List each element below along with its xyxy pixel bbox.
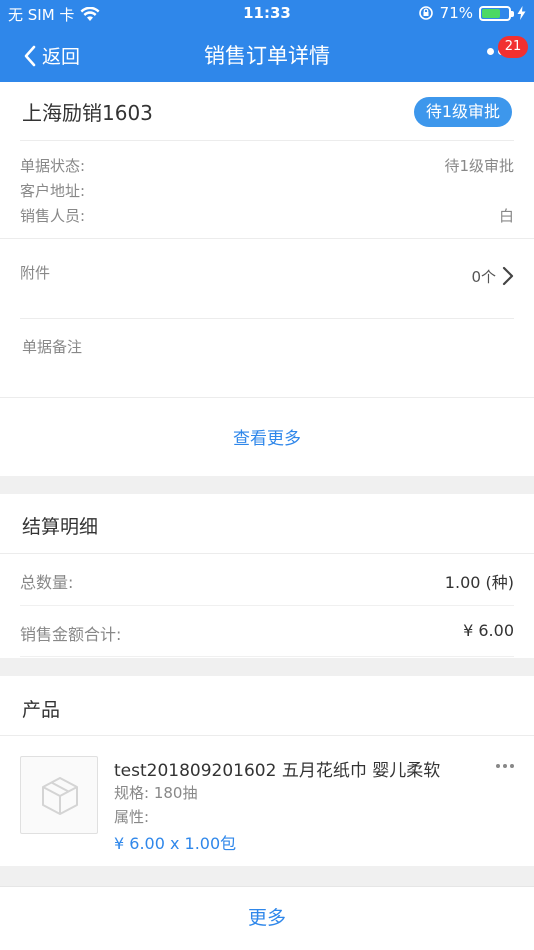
product-image-placeholder <box>20 756 98 834</box>
total-quantity-row: 总数量: 1.00 (种) <box>20 569 514 595</box>
summary-value: ¥ 6.00 <box>463 621 514 640</box>
dot-icon <box>487 48 494 55</box>
settlement-title: 结算明细 <box>22 516 99 538</box>
divider <box>0 553 534 554</box>
field-label: 单据状态: <box>20 157 86 175</box>
dot-icon <box>503 764 507 768</box>
summary-label: 总数量: <box>20 573 74 592</box>
section-gap <box>0 476 534 494</box>
field-label: 销售人员: <box>20 207 86 225</box>
chevron-right-icon <box>502 266 514 286</box>
attachments-row[interactable]: 附件 0个 <box>20 262 514 292</box>
info-row-salesperson: 销售人员: 白 <box>20 205 514 229</box>
field-value: 白 <box>498 207 514 225</box>
dot-icon <box>510 764 514 768</box>
attachments-count: 0个 <box>471 268 496 286</box>
notification-badge: 21 <box>498 36 528 58</box>
orientation-lock-icon <box>418 6 433 20</box>
divider <box>20 605 514 606</box>
battery-icon <box>479 5 514 21</box>
status-bar: 无 SIM 卡 11:33 71% <box>0 0 534 28</box>
nav-bar: 返回 销售订单详情 21 <box>0 28 534 82</box>
product-attributes: 属性: <box>114 808 150 826</box>
field-value: 待1级审批 <box>444 157 514 175</box>
order-name: 上海励销1603 <box>22 101 153 125</box>
product-spec: 规格: 180抽 <box>114 784 198 802</box>
product-item[interactable]: test201809201602 五月花纸巾 婴儿柔软 规格: 180抽 属性:… <box>0 736 534 866</box>
page-title: 销售订单详情 <box>204 44 330 68</box>
section-gap <box>0 658 534 676</box>
products-title: 产品 <box>22 699 61 721</box>
divider <box>20 318 514 319</box>
remark-label: 单据备注 <box>22 338 83 356</box>
summary-label: 销售金额合计: <box>20 625 122 644</box>
summary-value: 1.00 (种) <box>444 573 514 592</box>
product-name: test201809201602 五月花纸巾 婴儿柔软 <box>114 761 441 781</box>
divider <box>20 656 514 657</box>
battery-percent: 71% <box>439 4 473 22</box>
info-row-address: 客户地址: <box>20 180 514 204</box>
divider <box>0 238 534 239</box>
divider <box>0 397 534 398</box>
section-gap <box>0 866 534 886</box>
dot-icon <box>496 764 500 768</box>
total-amount-row: 销售金额合计: ¥ 6.00 <box>20 621 514 647</box>
order-title-row: 上海励销1603 待1级审批 <box>0 82 534 140</box>
battery-fill <box>482 8 501 18</box>
status-badge: 待1级审批 <box>413 97 512 127</box>
more-button[interactable]: 更多 <box>0 886 534 950</box>
box-icon <box>42 777 78 815</box>
field-label: 客户地址: <box>20 182 86 200</box>
status-right: 71% <box>418 4 526 22</box>
attachments-label: 附件 <box>20 264 51 282</box>
view-more-link[interactable]: 查看更多 <box>0 424 534 449</box>
product-more-button[interactable] <box>496 764 514 768</box>
header: 无 SIM 卡 11:33 71% 返回 销售订单详情 21 <box>0 0 534 82</box>
divider <box>20 140 514 141</box>
info-row-status: 单据状态: 待1级审批 <box>20 155 514 179</box>
charging-icon <box>517 6 526 20</box>
product-price: ¥ 6.00 x 1.00包 <box>114 834 237 853</box>
